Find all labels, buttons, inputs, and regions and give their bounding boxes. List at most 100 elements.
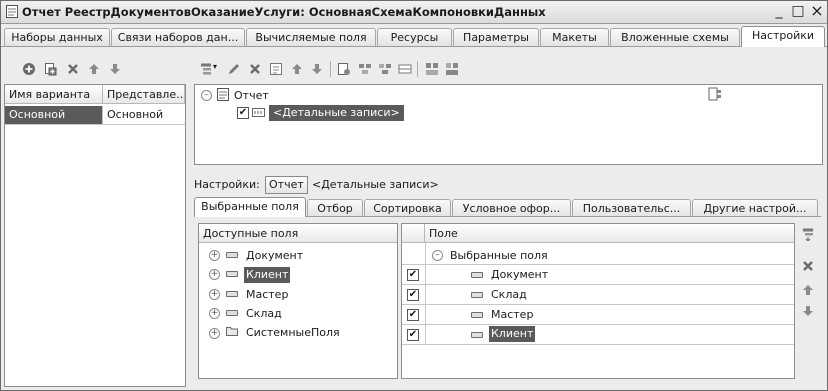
structure-icon[interactable] — [397, 61, 413, 77]
report-icon — [217, 88, 229, 101]
tab-templates[interactable]: Макеты — [540, 28, 609, 46]
variants-header-representation[interactable]: Представле... — [103, 85, 185, 104]
delete-icon[interactable] — [799, 257, 817, 275]
tab-settings[interactable]: Настройки — [741, 26, 825, 47]
structure-icon[interactable] — [357, 61, 373, 77]
variant-name-cell[interactable]: Основной — [5, 106, 103, 124]
tab-selected-fields[interactable]: Выбранные поля — [194, 197, 306, 217]
tab-data-sets[interactable]: Наборы данных — [4, 28, 110, 46]
detail-records-icon — [252, 108, 265, 117]
field-checkbox-master[interactable]: ✔ — [407, 309, 419, 321]
field-checkbox-warehouse[interactable]: ✔ — [407, 289, 419, 301]
collapse-icon[interactable]: – — [432, 250, 443, 261]
move-down-icon[interactable] — [799, 302, 817, 320]
structure-icon[interactable] — [377, 61, 393, 77]
check-column-header — [402, 224, 425, 243]
field-icon — [226, 291, 238, 297]
toolbar-separator — [417, 61, 418, 77]
tab-nested-schemas[interactable]: Вложенные схемы — [610, 28, 740, 46]
row-divider — [402, 284, 794, 285]
tab-other-settings[interactable]: Другие настрой... — [692, 199, 818, 217]
expand-icon[interactable]: + — [209, 269, 220, 280]
minimize-button[interactable]: _ — [771, 3, 787, 19]
structure-tree: – Отчет ✔ <Детальные записи> — [194, 84, 823, 165]
available-field-document[interactable]: Документ — [246, 249, 303, 262]
detail-records-checkbox[interactable]: ✔ — [237, 107, 249, 119]
field-checkbox-client[interactable]: ✔ — [407, 329, 419, 341]
available-fields-tree: Доступные поля + Документ + Клиент + Мас… — [198, 223, 398, 379]
field-icon — [226, 252, 238, 258]
tab-conditional-appearance[interactable]: Условное офор... — [452, 199, 571, 217]
variant-representation-cell[interactable]: Основной — [103, 106, 185, 124]
settings-report-button[interactable]: Отчет — [265, 176, 308, 194]
tabs-divider — [1, 46, 827, 47]
edit-icon[interactable] — [226, 61, 242, 77]
move-down-icon[interactable] — [107, 61, 123, 77]
available-field-client[interactable]: Клиент — [244, 267, 291, 283]
copy-icon[interactable] — [43, 61, 59, 77]
available-fields-header: Доступные поля — [199, 224, 397, 243]
available-field-master[interactable]: Мастер — [246, 288, 288, 301]
tree-detail-records[interactable]: <Детальные записи> — [269, 105, 404, 121]
row-divider — [402, 304, 794, 305]
add-group-icon[interactable] — [198, 61, 214, 77]
add-icon[interactable] — [21, 61, 37, 77]
window-title: Отчет РеестрДокументовОказаниеУслуги: Ос… — [22, 5, 546, 19]
selected-field-client[interactable]: Клиент — [489, 326, 536, 342]
selected-field-warehouse[interactable]: Склад — [491, 288, 527, 301]
field-icon — [471, 332, 483, 338]
field-icon — [471, 272, 483, 278]
settings-detail-records-link[interactable]: <Детальные записи> — [312, 178, 439, 191]
field-icon — [226, 310, 238, 316]
tab-sorting[interactable]: Сортировка — [364, 199, 451, 217]
move-down-icon[interactable] — [309, 61, 325, 77]
field-icon — [471, 292, 483, 298]
variants-header-name[interactable]: Имя варианта — [5, 85, 103, 104]
delete-icon[interactable] — [65, 61, 81, 77]
close-button[interactable]: × — [809, 3, 825, 19]
expand-icon[interactable]: + — [209, 328, 220, 339]
selected-fields-table: Поле – Выбранные поля ✔ Документ ✔ Склад… — [401, 223, 795, 379]
column-divider — [425, 243, 426, 345]
settings-label: Настройки: — [194, 178, 260, 191]
row-divider — [402, 264, 794, 265]
tab-data-set-links[interactable]: Связи наборов дан... — [111, 28, 245, 46]
document-icon — [6, 5, 18, 18]
tab-resources[interactable]: Ресурсы — [377, 28, 452, 46]
move-up-icon[interactable] — [799, 281, 817, 299]
report-window: Отчет РеестрДокументовОказаниеУслуги: Ос… — [0, 0, 828, 391]
structure-icon[interactable] — [708, 87, 722, 101]
tree-root-report[interactable]: Отчет — [234, 89, 269, 102]
maximize-button[interactable]: □ — [790, 3, 806, 19]
dropdown-arrow-icon[interactable]: ▾ — [213, 62, 217, 71]
add-icon[interactable] — [799, 225, 817, 243]
move-up-icon[interactable] — [289, 61, 305, 77]
available-field-warehouse[interactable]: Склад — [246, 307, 282, 320]
expand-icon[interactable]: + — [209, 250, 220, 261]
field-checkbox-document[interactable]: ✔ — [407, 269, 419, 281]
collapse-icon[interactable]: – — [201, 90, 212, 101]
tab-parameters[interactable]: Параметры — [453, 28, 539, 46]
row-divider — [402, 324, 794, 325]
group-icon[interactable] — [444, 61, 460, 77]
selected-fields-group[interactable]: Выбранные поля — [450, 249, 548, 262]
group-icon[interactable] — [424, 61, 440, 77]
expand-icon[interactable]: + — [209, 289, 220, 300]
tab-user-fields[interactable]: Пользовательс... — [572, 199, 691, 217]
selected-fields-header: Поле — [425, 224, 794, 243]
available-field-system-fields[interactable]: СистемныеПоля — [246, 326, 340, 339]
toolbar-separator — [330, 61, 331, 77]
structure-icon[interactable] — [336, 61, 352, 77]
properties-icon[interactable] — [268, 61, 284, 77]
tab-filter[interactable]: Отбор — [307, 199, 363, 217]
selected-field-master[interactable]: Мастер — [491, 308, 533, 321]
expand-icon[interactable]: + — [209, 308, 220, 319]
delete-icon[interactable] — [247, 61, 263, 77]
tab-calculated-fields[interactable]: Вычисляемые поля — [246, 28, 376, 46]
selected-field-document[interactable]: Документ — [491, 268, 548, 281]
move-up-icon[interactable] — [86, 61, 102, 77]
row-divider — [5, 124, 185, 125]
field-icon — [471, 312, 483, 318]
folder-icon — [226, 327, 238, 336]
field-icon — [226, 271, 238, 277]
